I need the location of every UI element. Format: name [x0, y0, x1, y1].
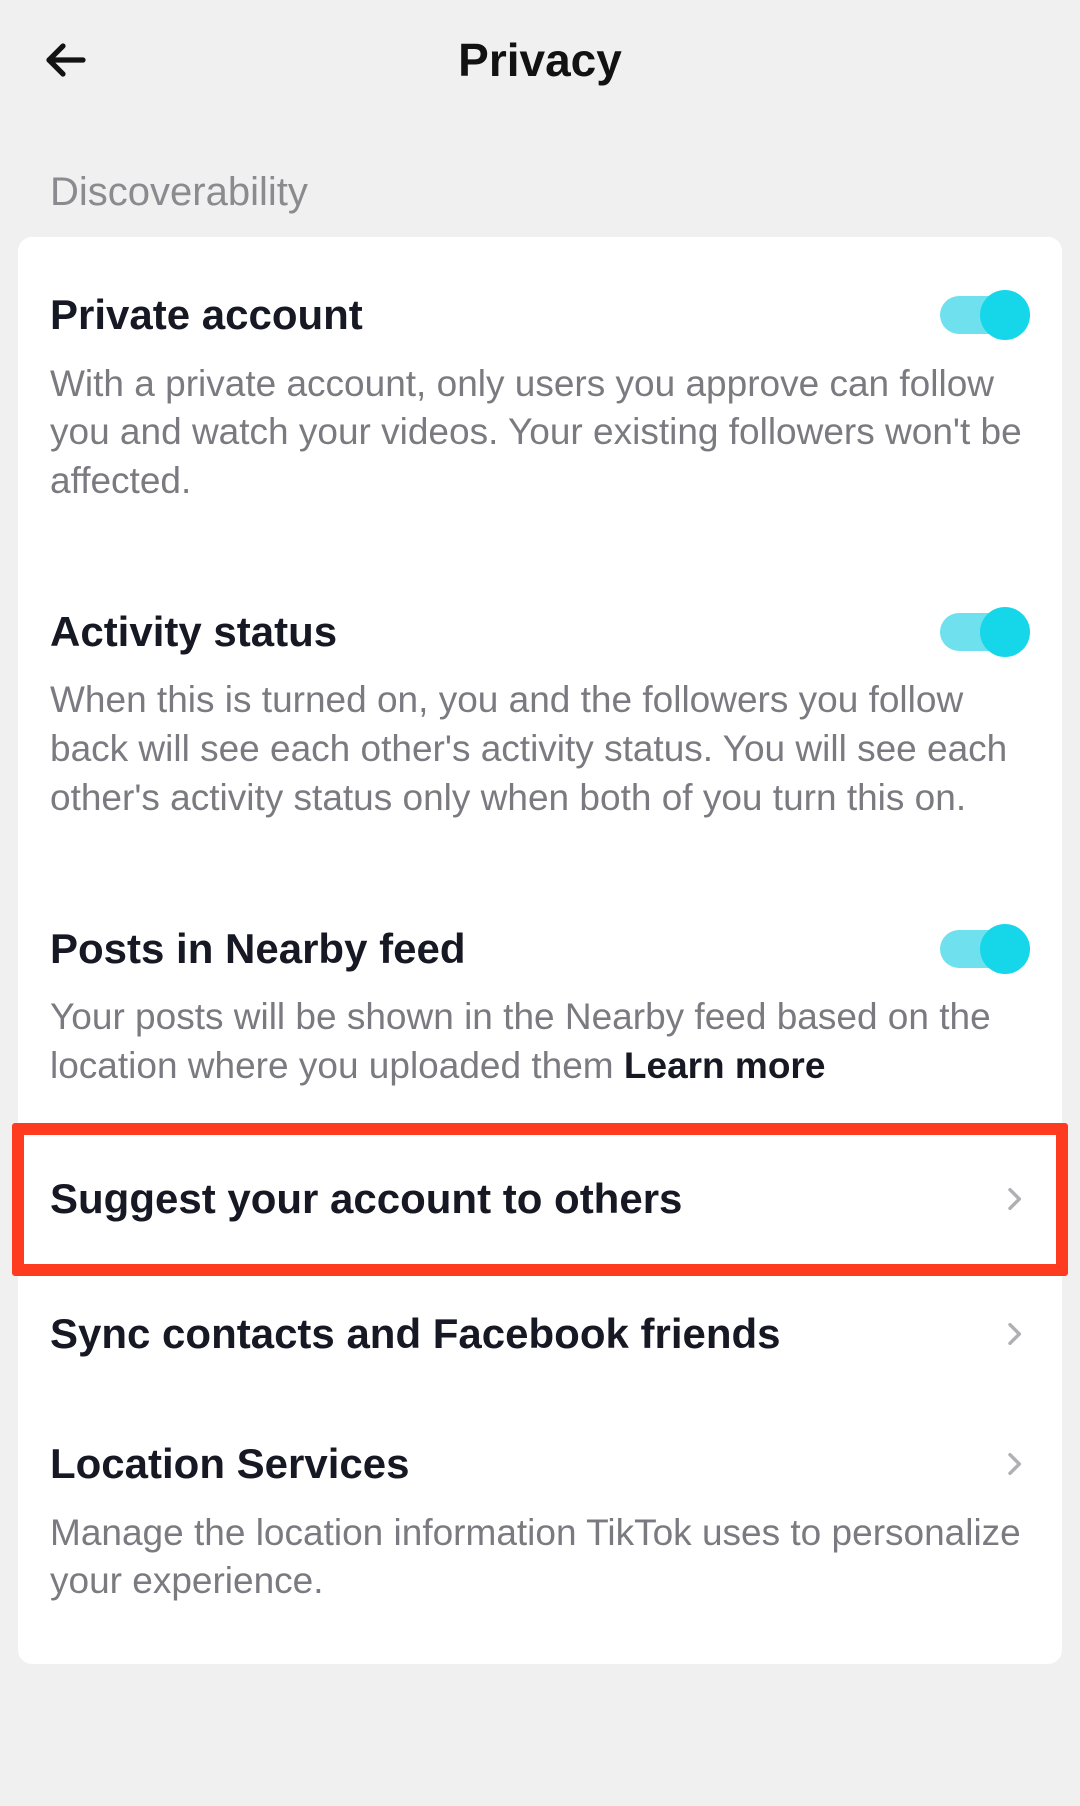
setting-title: Private account: [50, 289, 363, 342]
nav-suggest-account[interactable]: Suggest your account to others: [18, 1151, 1062, 1248]
toggle-knob: [980, 607, 1030, 657]
setting-nearby-feed: Posts in Nearby feed Your posts will be …: [18, 913, 1062, 1091]
nearby-desc-text: Your posts will be shown in the Nearby f…: [50, 996, 991, 1086]
chevron-right-icon: [998, 1318, 1030, 1350]
header: Privacy: [0, 0, 1080, 120]
page-title: Privacy: [458, 33, 622, 87]
nearby-feed-toggle[interactable]: [940, 924, 1030, 974]
section-label-discoverability: Discoverability: [0, 120, 1080, 237]
toggle-knob: [980, 924, 1030, 974]
highlight-wrapper: Suggest your account to others: [18, 1151, 1062, 1248]
arrow-left-icon: [41, 36, 89, 84]
nav-title: Sync contacts and Facebook friends: [50, 1308, 781, 1361]
activity-status-toggle[interactable]: [940, 607, 1030, 657]
setting-private-account: Private account With a private account, …: [18, 279, 1062, 506]
setting-desc: When this is turned on, you and the foll…: [50, 658, 1030, 822]
learn-more-link[interactable]: Learn more: [624, 1045, 826, 1086]
setting-title: Posts in Nearby feed: [50, 923, 465, 976]
setting-desc: Your posts will be shown in the Nearby f…: [50, 975, 1030, 1091]
setting-desc: Manage the location information TikTok u…: [50, 1499, 1030, 1607]
nav-title: Location Services: [50, 1438, 409, 1491]
nav-title: Suggest your account to others: [50, 1173, 682, 1226]
settings-card: Private account With a private account, …: [18, 237, 1062, 1664]
private-account-toggle[interactable]: [940, 290, 1030, 340]
nav-sync-contacts[interactable]: Sync contacts and Facebook friends: [18, 1286, 1062, 1383]
toggle-knob: [980, 290, 1030, 340]
nav-location-services[interactable]: Location Services: [18, 1416, 1062, 1499]
setting-activity-status: Activity status When this is turned on, …: [18, 596, 1062, 823]
back-button[interactable]: [35, 30, 95, 90]
setting-desc: With a private account, only users you a…: [50, 342, 1030, 506]
setting-title: Activity status: [50, 606, 337, 659]
chevron-right-icon: [998, 1183, 1030, 1215]
chevron-right-icon: [998, 1448, 1030, 1480]
